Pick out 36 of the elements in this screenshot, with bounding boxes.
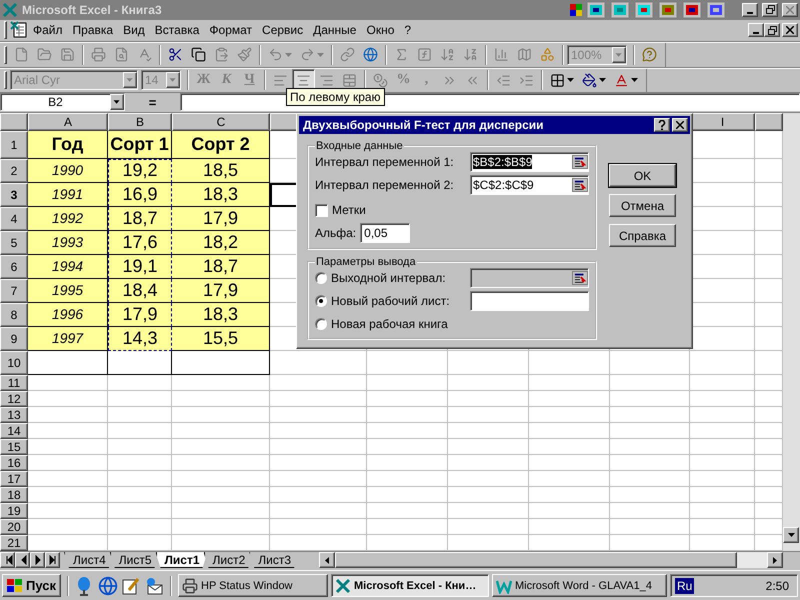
table-cell: Год [28,130,108,159]
field-label: Интервал переменной 1: [315,155,454,169]
table-cell: 1997 [28,326,108,351]
table-cell: Сорт 1 [108,130,172,159]
table-cell: Сорт 2 [172,130,270,159]
table-cell: 18,2 [172,230,270,255]
window-title: Microsoft Excel - Книга3 [22,2,162,17]
table-cell: 1991 [28,182,108,207]
table-cell: 18,3 [172,302,270,327]
table-cell: 17,9 [172,278,270,303]
table-cell: 17,9 [172,206,270,231]
tooltip: По левому краю [286,88,385,106]
table-cell: 18,7 [172,254,270,279]
table-cell: 18,5 [172,158,270,183]
table-cell: 1995 [28,278,108,303]
table-cell: 18,4 [108,278,172,303]
table-cell: 16,9 [108,182,172,207]
table-cell: 1992 [28,206,108,231]
dialog-title: Двухвыборочный F-тест для дисперсии [303,118,545,132]
table-cell: 1996 [28,302,108,327]
table-cell: 17,6 [108,230,172,255]
table-cell: 18,7 [108,206,172,231]
table-cell: 19,2 [108,158,172,183]
field-label: Альфа: [315,226,356,240]
table-cell: 1993 [28,230,108,255]
table-cell: 1994 [28,254,108,279]
table-cell: 15,5 [172,326,270,351]
table-cell: 14,3 [108,326,172,351]
table-cell: 1990 [28,158,108,183]
table-cell: 18,3 [172,182,270,207]
clock: 2:50 [766,578,789,593]
group-title: Параметры вывода [315,256,417,268]
group-title: Входные данные [315,140,404,152]
table-cell: 19,1 [108,254,172,279]
field-label: Интервал переменной 2: [315,178,454,192]
table-cell: 17,9 [108,302,172,327]
